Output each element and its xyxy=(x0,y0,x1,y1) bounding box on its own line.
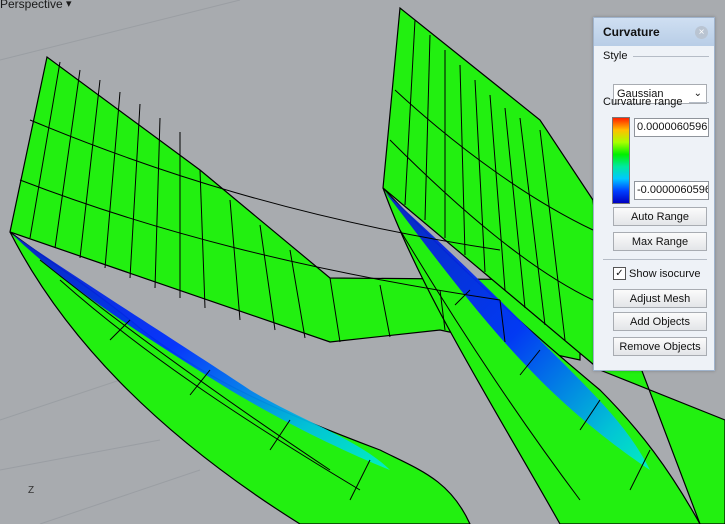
style-label: Style xyxy=(603,50,628,62)
color-scale-bar xyxy=(612,117,630,204)
range-label: Curvature range xyxy=(603,96,683,108)
add-objects-button[interactable]: Add Objects xyxy=(613,312,707,331)
curvature-panel: Curvature × Style Gaussian ⌄ Curvature r… xyxy=(593,17,715,371)
auto-range-button[interactable]: Auto Range xyxy=(613,207,707,226)
show-isocurve-label: Show isocurve xyxy=(629,267,701,280)
remove-objects-button[interactable]: Remove Objects xyxy=(613,337,707,356)
panel-titlebar[interactable]: Curvature × xyxy=(594,18,714,46)
range-min-input[interactable]: -0.0000060596 xyxy=(634,181,709,200)
viewport-label[interactable]: Perspective xyxy=(0,0,63,11)
range-section: Curvature range xyxy=(603,96,709,108)
viewport-menu-icon[interactable]: ▾ xyxy=(66,0,72,10)
adjust-mesh-button[interactable]: Adjust Mesh xyxy=(613,289,707,308)
show-isocurve-row[interactable]: ✓ Show isocurve xyxy=(613,267,701,280)
axis-label: Z xyxy=(28,485,35,496)
show-isocurve-checkbox[interactable]: ✓ xyxy=(613,267,626,280)
range-max-input[interactable]: 0.0000060596 xyxy=(634,118,709,137)
panel-title: Curvature xyxy=(603,25,660,39)
close-icon[interactable]: × xyxy=(695,25,708,39)
max-range-button[interactable]: Max Range xyxy=(613,232,707,251)
divider xyxy=(603,259,707,260)
style-section: Style xyxy=(603,50,709,62)
